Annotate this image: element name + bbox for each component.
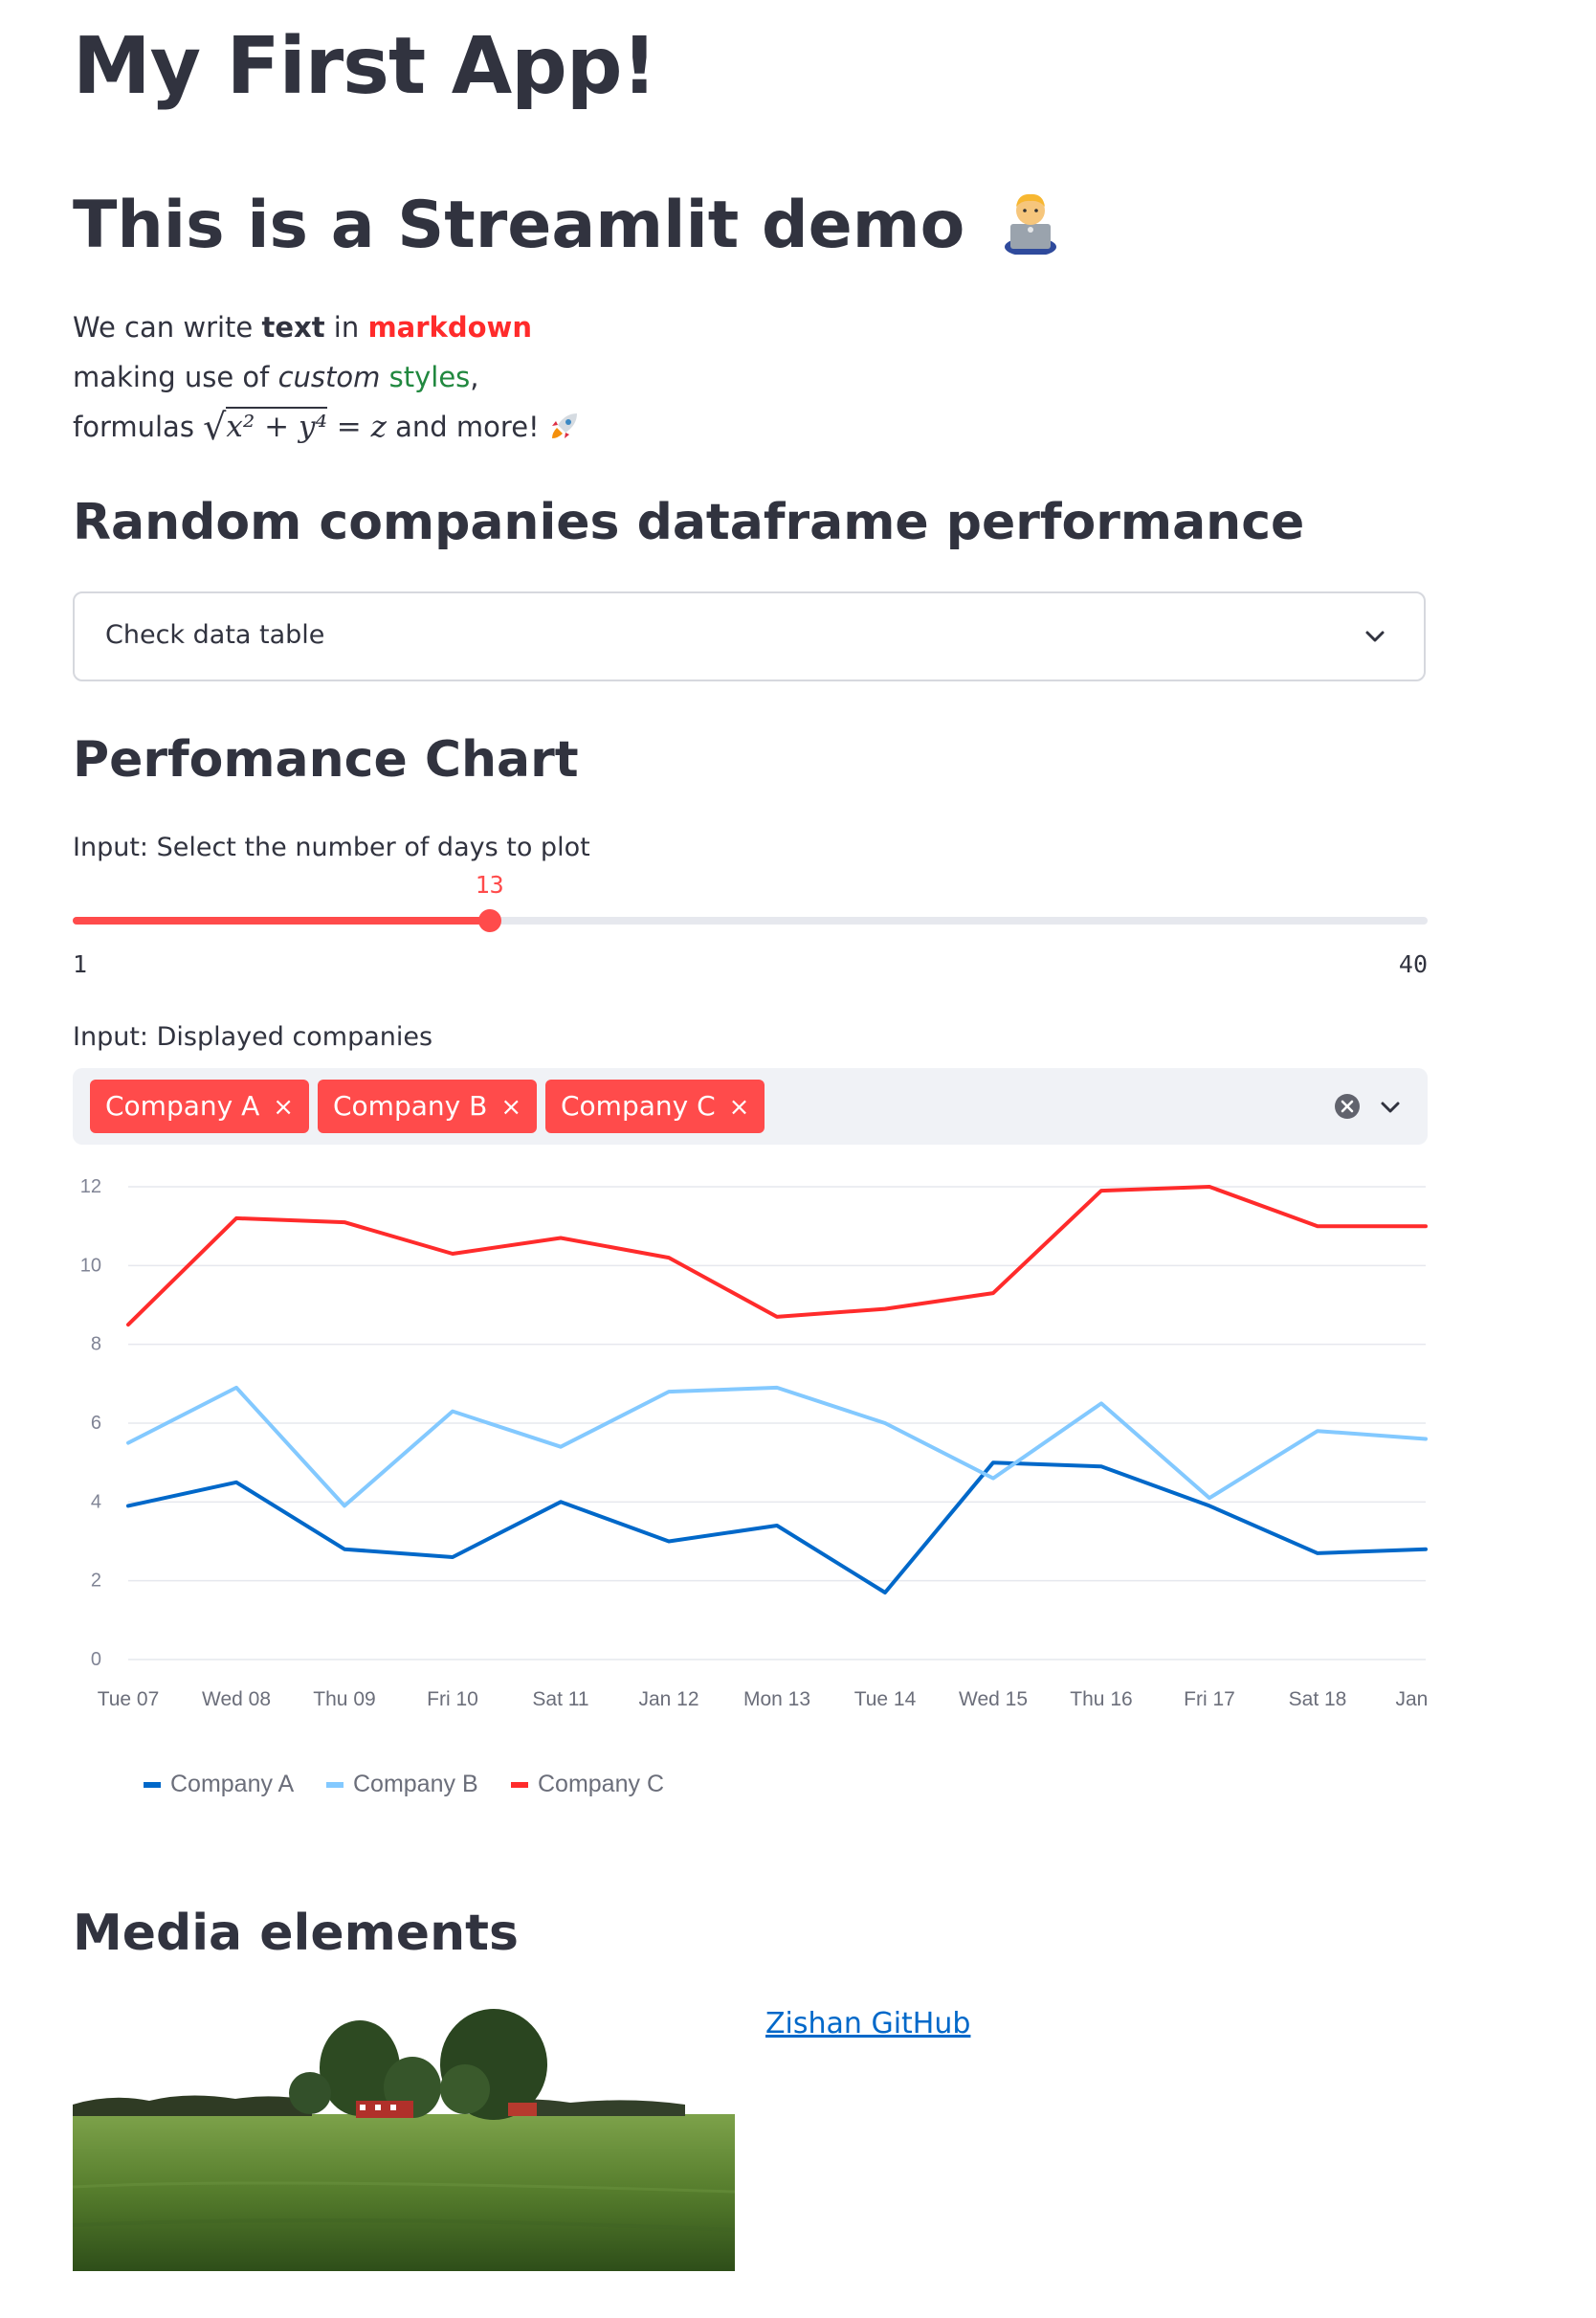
- legend-label: Company B: [353, 1771, 478, 1797]
- landscape-photo: [73, 1995, 735, 2271]
- tag-label: Company B: [333, 1090, 488, 1122]
- x-tick-label: Fri 10: [427, 1688, 478, 1710]
- slider-max-label: 40: [1398, 950, 1428, 978]
- legend-swatch: [326, 1782, 344, 1788]
- expander-label: Check data table: [105, 620, 325, 650]
- md-red-text: markdown: [367, 311, 532, 344]
- formula-radicand: x² + y⁴: [226, 407, 327, 444]
- y-tick-label: 0: [91, 1649, 101, 1670]
- x-tick-label: Wed 15: [959, 1688, 1028, 1710]
- legend-swatch: [144, 1782, 161, 1788]
- slider-thumb[interactable]: [477, 909, 501, 932]
- chevron-down-icon[interactable]: [1378, 1095, 1403, 1124]
- x-tick-label: Tue 14: [854, 1688, 917, 1710]
- rocket-emoji-icon: [548, 411, 581, 443]
- tag-company-b: Company B ×: [318, 1080, 538, 1133]
- demo-title: This is a Streamlit demo: [73, 188, 1064, 271]
- chevron-down-icon: [1363, 624, 1387, 653]
- y-tick-label: 12: [80, 1176, 101, 1197]
- tag-remove-icon[interactable]: ×: [500, 1093, 521, 1122]
- chart-section-title: Perfomance Chart: [73, 731, 579, 789]
- x-tick-label: Jan 12: [638, 1688, 698, 1710]
- x-tick-label: Tue 07: [98, 1688, 160, 1710]
- series-line: [126, 1385, 1428, 1508]
- app-title: My First App!: [73, 21, 657, 112]
- x-tick-label: Wed 08: [202, 1688, 271, 1710]
- markdown-line-3: formulas √x² + y⁴ = z and more!: [73, 402, 581, 452]
- media-row: Zishan GitHub: [73, 1995, 1428, 2273]
- y-tick-label: 4: [91, 1491, 101, 1512]
- tag-company-a: Company A ×: [90, 1080, 310, 1133]
- technologist-emoji-icon: [997, 188, 1064, 271]
- data-table-expander[interactable]: Check data table: [73, 591, 1426, 681]
- slider-label: Input: Select the number of days to plot: [73, 833, 590, 862]
- media-section-title: Media elements: [73, 1905, 519, 1962]
- md-text: We can write: [73, 311, 262, 344]
- legend-label: Company A: [170, 1771, 295, 1797]
- slider-value: 13: [475, 871, 504, 899]
- markdown-block: We can write text in markdown making use…: [73, 302, 581, 452]
- markdown-line-1: We can write text in markdown: [73, 302, 581, 352]
- markdown-line-2: making use of custom styles,: [73, 352, 581, 402]
- tag-remove-icon[interactable]: ×: [273, 1093, 294, 1122]
- github-link[interactable]: Zishan GitHub: [765, 2007, 970, 2040]
- radical-sign: √: [203, 406, 227, 448]
- formula-rhs: = z: [326, 410, 387, 444]
- x-tick-label: Thu 16: [1070, 1688, 1132, 1710]
- days-slider[interactable]: [73, 909, 1428, 932]
- slider-fill: [73, 917, 490, 925]
- md-text: ,: [470, 361, 479, 393]
- tag-remove-icon[interactable]: ×: [729, 1093, 750, 1122]
- slider-min-label: 1: [73, 950, 88, 978]
- x-tick-label: Jan 19: [1395, 1688, 1428, 1710]
- md-green-text: styles: [388, 361, 471, 393]
- md-text: and more!: [386, 411, 540, 443]
- md-text: making use of: [73, 361, 278, 393]
- companies-multiselect[interactable]: Company A × Company B × Company C ×: [73, 1068, 1428, 1145]
- x-tick-label: Sat 18: [1289, 1688, 1347, 1710]
- multiselect-label: Input: Displayed companies: [73, 1022, 433, 1052]
- md-text: in: [324, 311, 368, 344]
- legend-swatch: [511, 1782, 528, 1788]
- series-line: [126, 1185, 1428, 1327]
- md-italic-text: custom: [277, 361, 381, 393]
- x-tick-label: Fri 17: [1184, 1688, 1235, 1710]
- md-bold-text: text: [261, 311, 325, 344]
- y-tick-label: 10: [80, 1255, 101, 1276]
- y-tick-label: 2: [91, 1571, 101, 1592]
- legend-label: Company C: [538, 1771, 664, 1797]
- performance-line-chart: 0 2 4 6 8 10 12 Tue 07 Wed 08 Thu 09 Fri 10 Sat 11 J…: [80, 1176, 1428, 1797]
- clear-all-icon[interactable]: [1334, 1093, 1361, 1124]
- x-tick-label: Thu 09: [313, 1688, 375, 1710]
- tag-label: Company C: [561, 1090, 716, 1122]
- tag-company-c: Company C ×: [545, 1080, 765, 1133]
- dataframe-section-title: Random companies dataframe performance: [73, 494, 1305, 551]
- md-space: [380, 361, 388, 393]
- tag-label: Company A: [105, 1090, 260, 1122]
- x-tick-label: Mon 13: [743, 1688, 810, 1710]
- x-tick-label: Sat 11: [532, 1688, 588, 1710]
- demo-title-text: This is a Streamlit demo: [73, 188, 965, 264]
- y-tick-label: 8: [91, 1334, 101, 1355]
- y-tick-label: 6: [91, 1413, 101, 1434]
- md-text: formulas: [73, 411, 204, 443]
- formula: √x² + y⁴ = z: [203, 406, 387, 448]
